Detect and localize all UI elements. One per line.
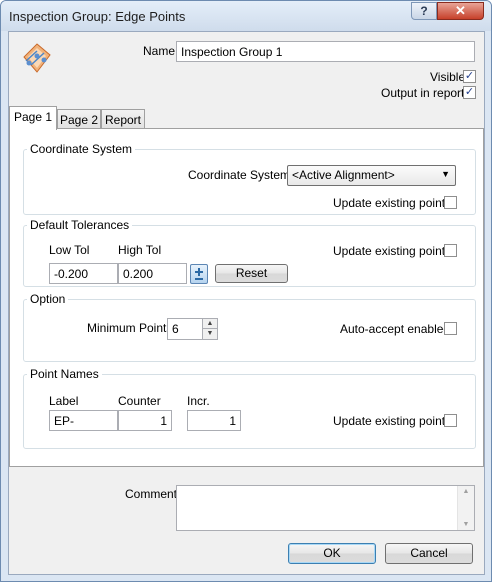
point-names-group-title: Point Names [27, 367, 102, 381]
low-tol-label: Low Tol [49, 243, 90, 257]
edge-points-icon [23, 43, 51, 73]
tolerances-update-checkbox[interactable] [444, 244, 457, 257]
plus-minus-button[interactable] [190, 264, 208, 284]
coordinate-update-checkbox[interactable] [444, 196, 457, 209]
comment-scrollbar[interactable]: ▲ ▼ [457, 486, 474, 530]
dialog-window: Inspection Group: Edge Points ? ✕ Name V… [0, 0, 492, 582]
point-names-update-label: Update existing points [333, 414, 452, 428]
close-button[interactable]: ✕ [437, 2, 484, 20]
tab-page-1[interactable]: Page 1 [9, 106, 57, 130]
low-tol-input[interactable] [49, 263, 118, 284]
auto-accept-checkbox[interactable] [444, 322, 457, 335]
tab-page-content: Coordinate System Coordinate System <Act… [9, 128, 484, 467]
point-label-input[interactable] [49, 410, 118, 431]
scroll-down-icon[interactable]: ▼ [458, 521, 474, 528]
title-bar[interactable]: Inspection Group: Edge Points ? ✕ [1, 1, 491, 31]
coordinate-system-selected: <Active Alignment> [292, 168, 395, 182]
name-label: Name [143, 44, 176, 58]
visible-checkbox[interactable]: ✓ [463, 70, 476, 83]
reset-button[interactable]: Reset [215, 264, 288, 283]
counter-input[interactable] [118, 410, 172, 431]
spin-down-icon[interactable]: ▼ [203, 329, 217, 339]
counter-header: Counter [118, 394, 161, 408]
minimum-points-label: Minimum Points [87, 321, 173, 335]
chevron-down-icon: ▼ [441, 169, 450, 179]
scroll-up-icon[interactable]: ▲ [458, 488, 474, 495]
comment-label: Comment [125, 487, 178, 501]
tab-report[interactable]: Report [101, 109, 145, 130]
ok-button[interactable]: OK [288, 543, 376, 564]
dialog-client-area: Name Visible ✓ Output in report ✓ Page 1… [8, 31, 485, 575]
high-tol-label: High Tol [118, 243, 162, 257]
comment-textarea[interactable]: ▲ ▼ [176, 485, 475, 531]
minimum-points-spinner[interactable]: ▲ ▼ [202, 318, 218, 340]
name-input[interactable] [176, 41, 475, 62]
incr-header: Incr. [187, 394, 210, 408]
help-button[interactable]: ? [411, 2, 437, 20]
point-label-header: Label [49, 394, 79, 408]
point-names-update-checkbox[interactable] [444, 414, 457, 427]
option-group-title: Option [27, 292, 69, 306]
spin-up-icon[interactable]: ▲ [203, 319, 217, 329]
high-tol-input[interactable] [118, 263, 187, 284]
coordinate-system-select[interactable]: <Active Alignment> ▼ [287, 165, 456, 186]
cancel-button[interactable]: Cancel [385, 543, 473, 564]
incr-input[interactable] [187, 410, 241, 431]
output-in-report-label: Output in report [381, 86, 465, 100]
coordinate-system-label: Coordinate System [188, 168, 291, 182]
visible-label: Visible [430, 70, 466, 84]
plus-minus-icon [195, 268, 203, 280]
default-tolerances-group-title: Default Tolerances [27, 218, 133, 232]
minimum-points-input[interactable] [167, 318, 203, 340]
window-title: Inspection Group: Edge Points [9, 9, 186, 24]
coordinate-system-group-title: Coordinate System [27, 142, 136, 156]
tolerances-update-label: Update existing points [333, 244, 452, 258]
auto-accept-label: Auto-accept enabled [340, 322, 451, 336]
output-in-report-checkbox[interactable]: ✓ [463, 86, 476, 99]
coordinate-update-label: Update existing points [333, 196, 452, 210]
tab-page-2[interactable]: Page 2 [57, 109, 101, 130]
